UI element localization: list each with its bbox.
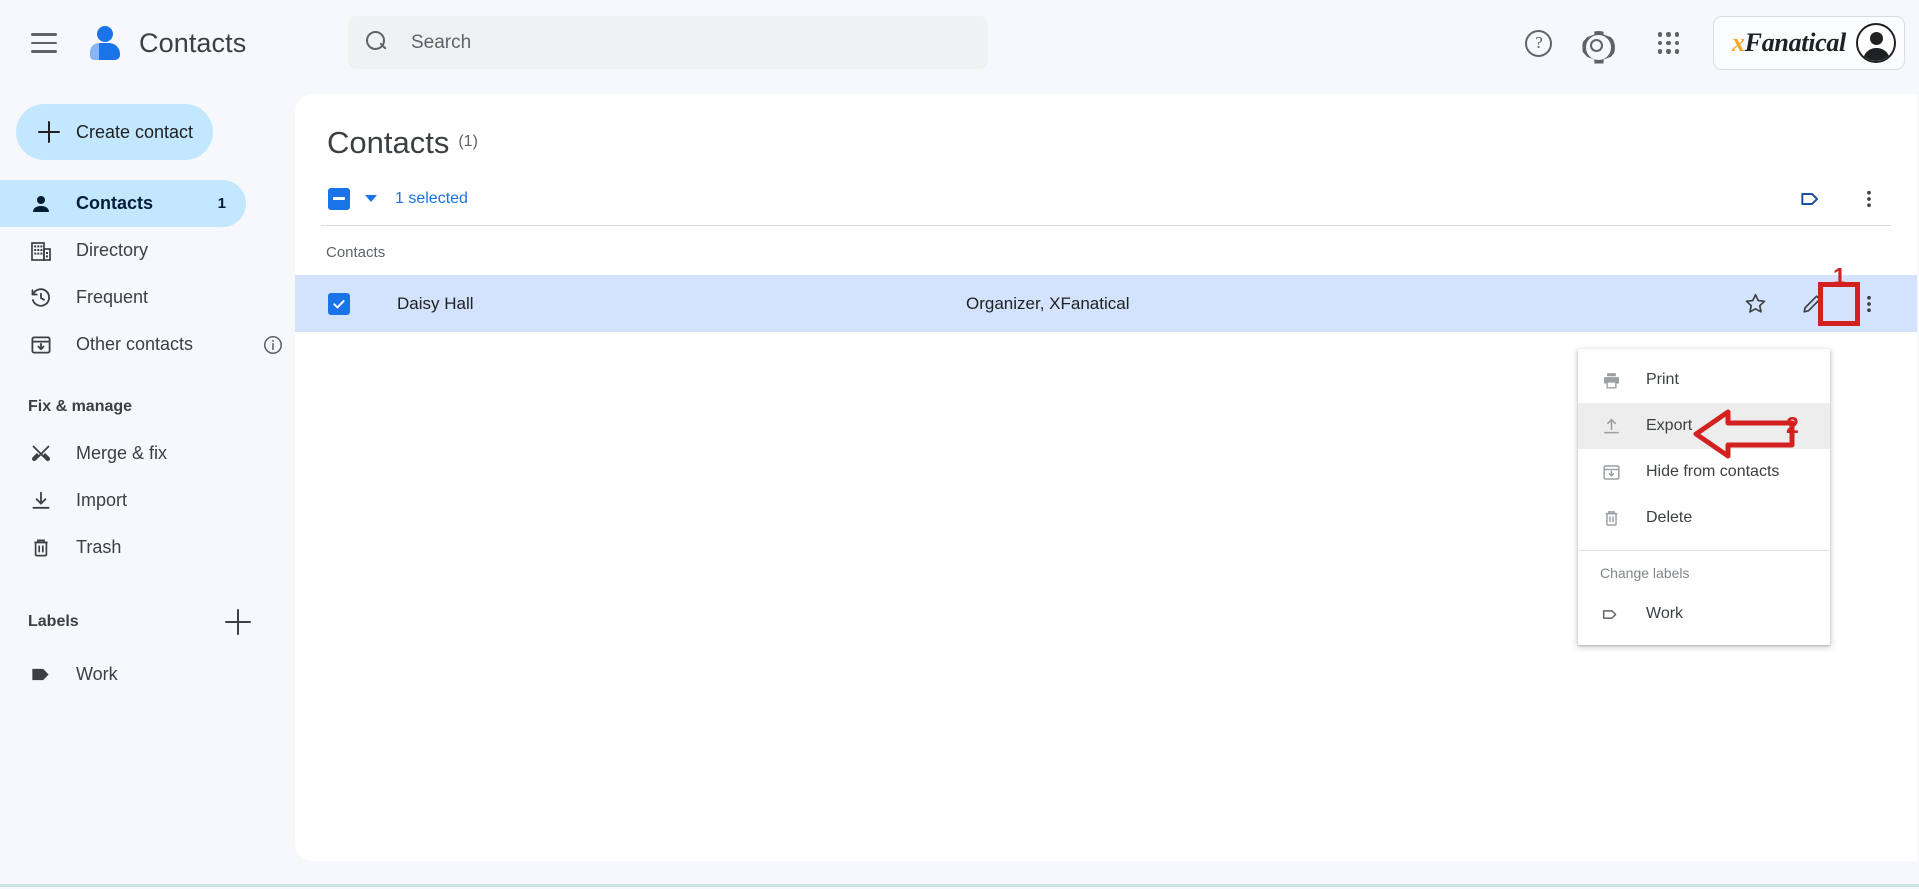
hide-inbox-icon	[1600, 461, 1622, 483]
selection-count-text: 1 selected	[395, 189, 468, 207]
sidebar-item-frequent[interactable]: Frequent	[0, 274, 246, 321]
building-icon	[28, 238, 54, 264]
sidebar-label-work[interactable]: Work	[0, 651, 246, 698]
sidebar-nav: Contacts 1 Directory Frequent Other cont…	[0, 180, 295, 368]
sidebar-item-label: Merge & fix	[76, 443, 168, 463]
app-brand[interactable]: Contacts	[87, 24, 246, 62]
sidebar-item-directory[interactable]: Directory	[0, 227, 246, 274]
plus-icon	[38, 121, 60, 143]
sidebar-item-label: Trash	[76, 537, 122, 557]
contact-organization: Organizer, XFanatical	[966, 293, 1130, 313]
account-name: xFanatical	[1732, 28, 1846, 58]
menu-item-label-work[interactable]: Work	[1578, 591, 1830, 637]
sidebar-item-label: Work	[76, 664, 118, 684]
sidebar-contacts-badge: 1	[217, 195, 226, 212]
menu-item-delete[interactable]: Delete	[1578, 495, 1830, 541]
printer-icon	[1600, 369, 1622, 391]
more-vert-icon[interactable]	[1847, 177, 1891, 221]
labels-header: Labels	[0, 609, 295, 635]
app-title: Contacts	[139, 27, 247, 58]
select-all-checkbox[interactable]	[328, 187, 350, 210]
sidebar-item-contacts[interactable]: Contacts 1	[0, 180, 246, 227]
settings-button[interactable]	[1569, 17, 1621, 69]
import-download-icon	[28, 488, 54, 514]
account-name-x: x	[1731, 28, 1745, 57]
menu-item-print[interactable]: Print	[1578, 357, 1830, 403]
context-menu: Print Export Hide from contacts Delete C…	[1578, 349, 1830, 645]
inbox-download-icon	[28, 332, 54, 358]
label-tag-icon	[1600, 603, 1622, 625]
search-input[interactable]	[411, 31, 970, 54]
menu-item-label: Delete	[1646, 509, 1693, 526]
sidebar-item-label: Directory	[76, 240, 149, 260]
pencil-icon[interactable]	[1790, 282, 1834, 326]
labels-title: Labels	[28, 613, 79, 630]
avatar[interactable]	[1856, 23, 1896, 63]
star-outline-icon[interactable]	[1733, 282, 1777, 326]
menu-item-label: Print	[1646, 371, 1679, 388]
menu-item-label: Work	[1646, 605, 1684, 622]
apps-button[interactable]	[1643, 17, 1695, 69]
menu-item-label: Hide from contacts	[1646, 463, 1780, 480]
chevron-down-icon[interactable]	[365, 195, 377, 202]
trash-icon	[28, 535, 54, 561]
sidebar-item-label: Contacts	[76, 193, 154, 213]
selection-toolbar: 1 selected	[321, 174, 1891, 226]
bottom-accent-line	[0, 884, 1919, 887]
plus-icon[interactable]	[225, 609, 251, 635]
page-title: Contacts (1)	[295, 94, 1917, 161]
menu-item-export[interactable]: Export	[1578, 403, 1830, 449]
contacts-app: Contacts ? xFanatical Create contact	[0, 0, 1919, 889]
search-icon	[366, 31, 389, 54]
menu-item-hide-from-contacts[interactable]: Hide from contacts	[1578, 449, 1830, 495]
hamburger-menu-icon[interactable]	[15, 14, 73, 72]
table-row[interactable]: Daisy Hall Organizer, XFanatical	[295, 275, 1917, 332]
sidebar: Create contact Contacts 1 Directory Freq…	[0, 86, 295, 889]
search-bar[interactable]	[348, 16, 988, 69]
list-section-header: Contacts	[326, 244, 386, 261]
label-tag-filled-icon	[28, 662, 54, 688]
row-more-vert-icon[interactable]	[1847, 282, 1891, 326]
help-circle-icon: ?	[1525, 29, 1553, 57]
label-tag-icon[interactable]	[1789, 177, 1833, 221]
account-chip[interactable]: xFanatical	[1712, 16, 1905, 70]
apps-grid-icon	[1657, 32, 1680, 54]
export-upload-icon	[1600, 415, 1622, 437]
sidebar-item-label: Other contacts	[76, 334, 194, 354]
account-name-rest: Fanatical	[1744, 28, 1847, 57]
trash-icon	[1600, 507, 1622, 529]
row-checkbox[interactable]	[328, 292, 350, 315]
page-title-count: (1)	[458, 133, 478, 150]
gear-icon	[1581, 30, 1608, 57]
create-contact-label: Create contact	[76, 121, 194, 142]
menu-item-label: Export	[1646, 417, 1693, 434]
create-contact-button[interactable]: Create contact	[16, 104, 213, 160]
top-bar-actions: ? xFanatical	[1513, 0, 1905, 86]
page-title-text: Contacts	[327, 125, 450, 160]
info-circle-icon[interactable]	[262, 334, 284, 356]
history-clock-icon	[28, 285, 54, 311]
sidebar-item-label: Import	[76, 490, 128, 510]
sidebar-item-import[interactable]: Import	[0, 477, 246, 524]
sidebar-item-trash[interactable]: Trash	[0, 524, 246, 571]
help-button[interactable]: ?	[1513, 17, 1565, 69]
person-icon	[28, 191, 54, 217]
row-actions	[1733, 282, 1917, 326]
sidebar-item-label: Frequent	[76, 287, 149, 307]
merge-tools-icon	[28, 441, 54, 467]
contact-name: Daisy Hall	[397, 293, 474, 313]
sidebar-item-merge-fix[interactable]: Merge & fix	[0, 430, 246, 477]
selection-toolbar-actions	[1789, 177, 1891, 221]
sidebar-section-fix-manage: Fix & manage	[28, 398, 133, 415]
sidebar-item-other-contacts[interactable]: Other contacts	[0, 321, 283, 368]
contacts-person-icon	[87, 24, 123, 62]
menu-section-change-labels: Change labels	[1600, 565, 1690, 581]
